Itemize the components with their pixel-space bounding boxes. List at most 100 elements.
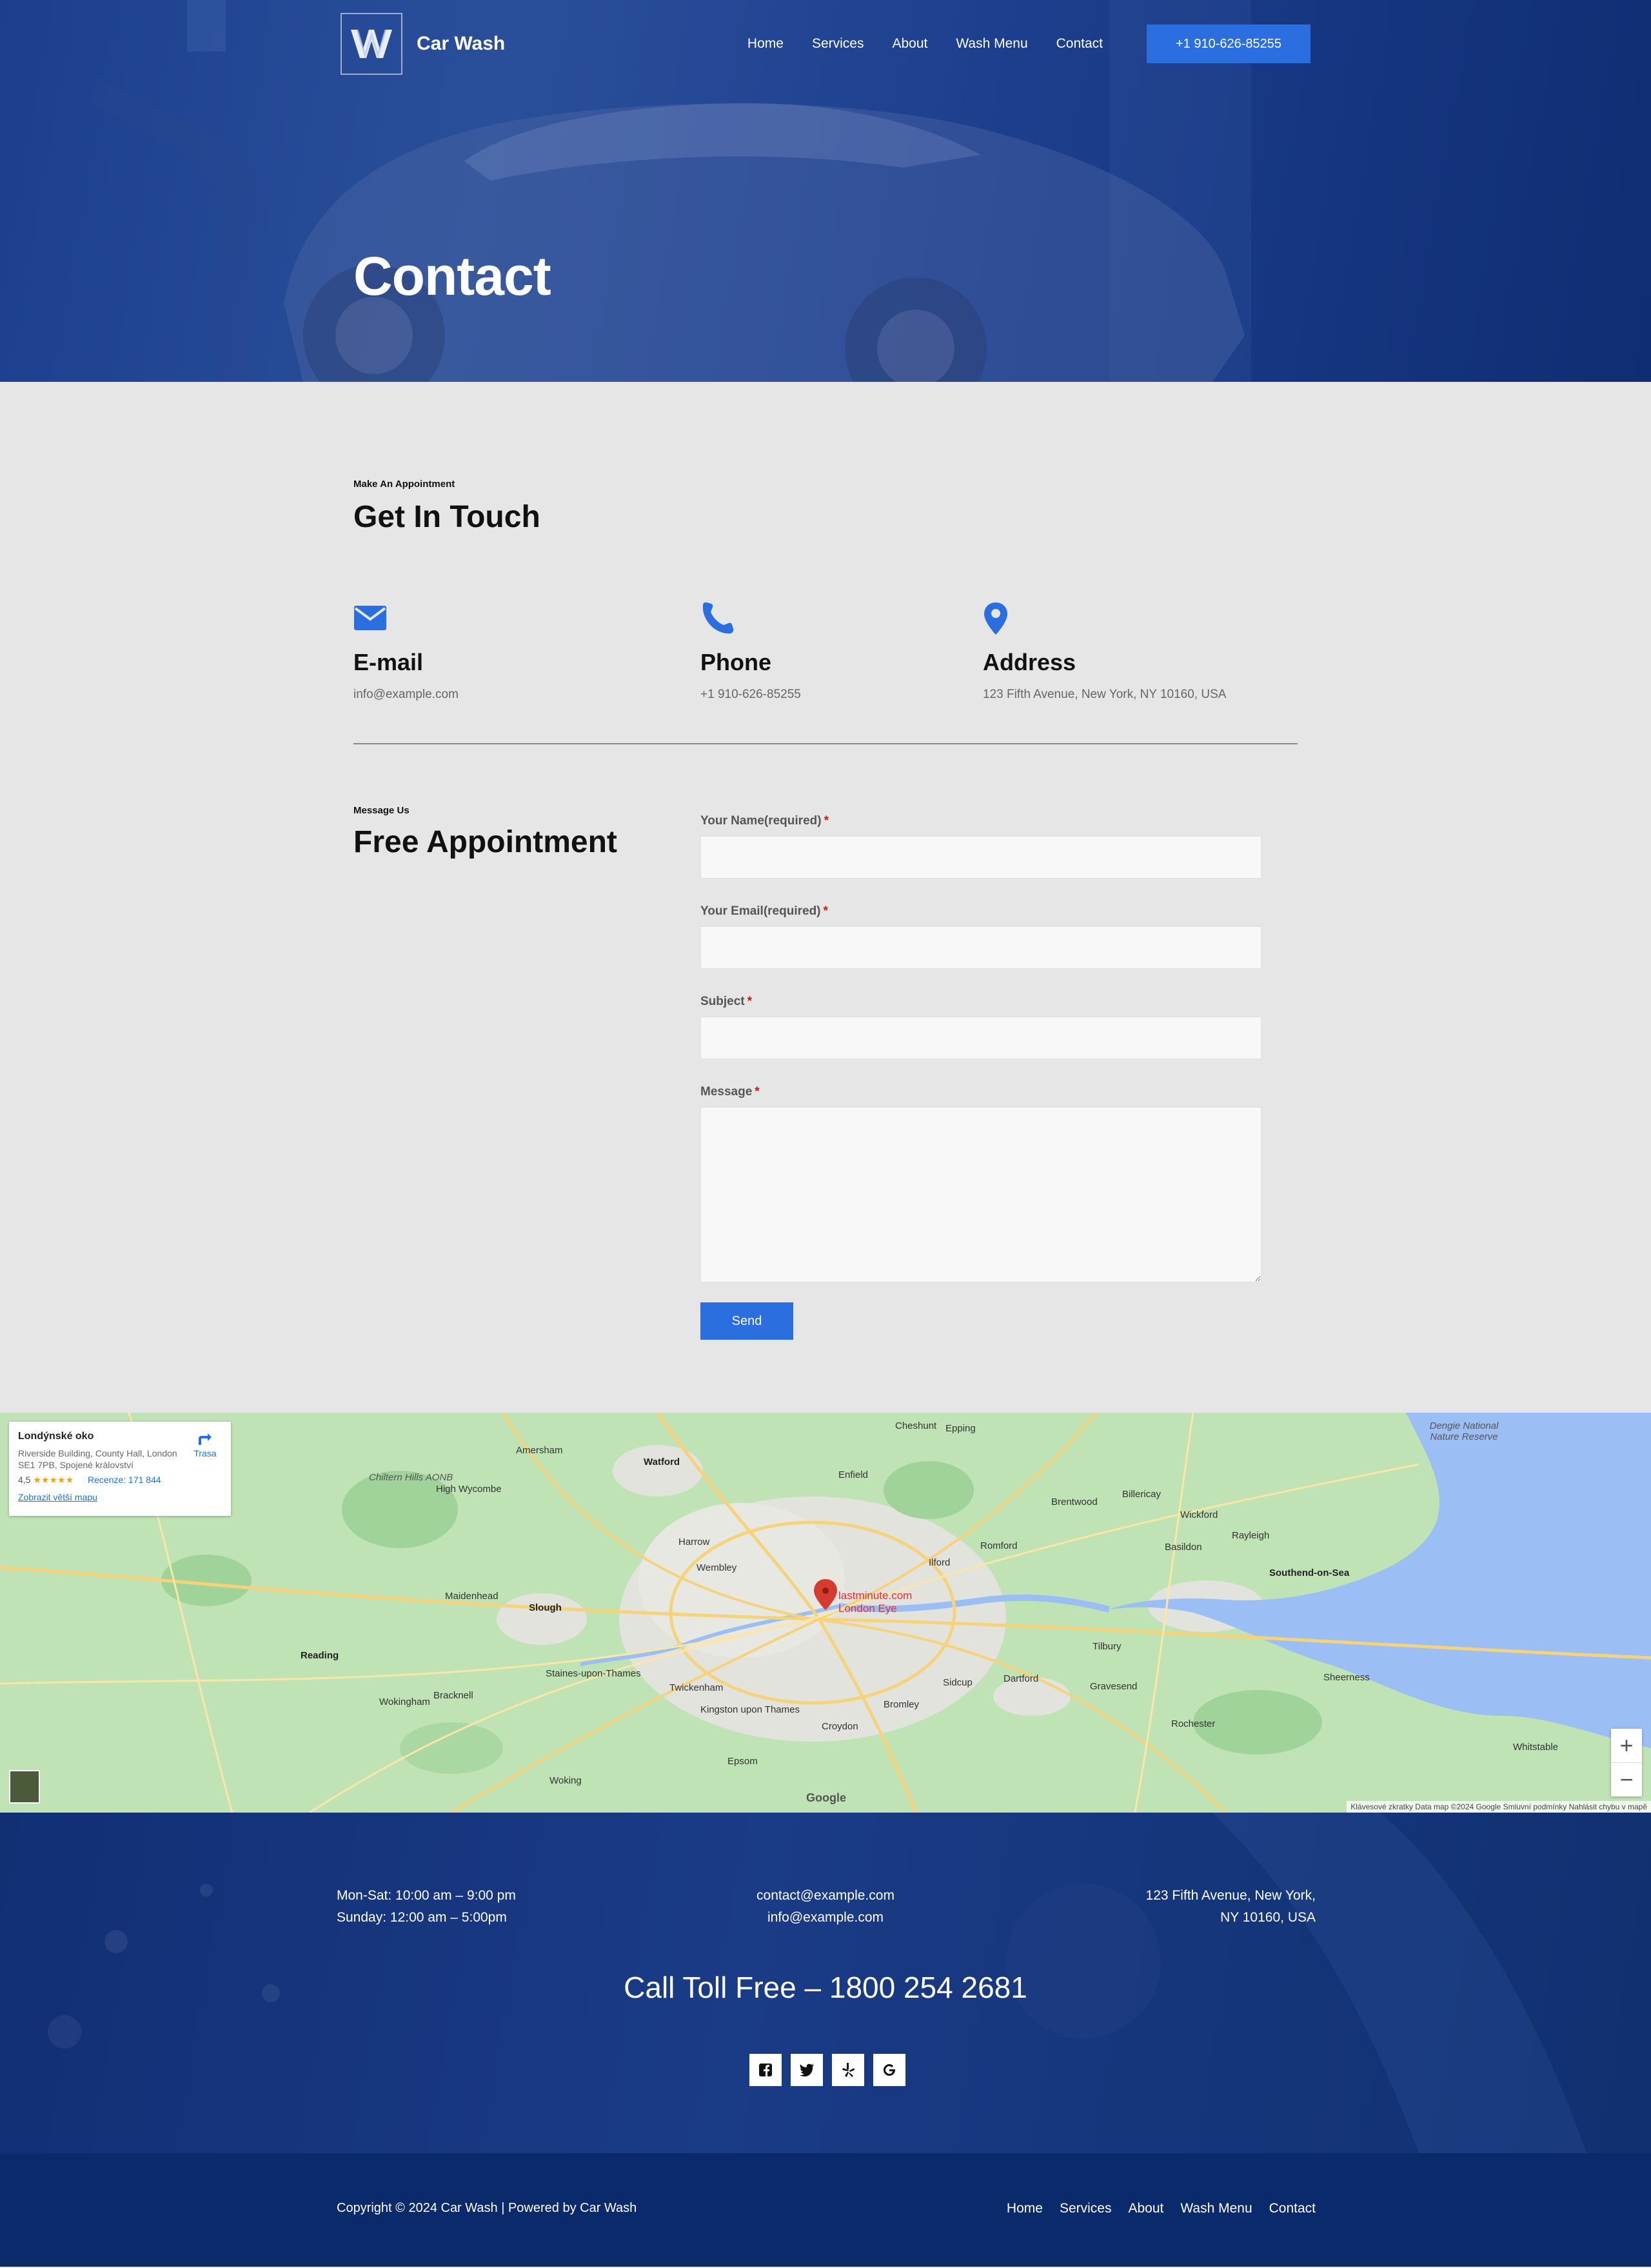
- map-label: Sidcup: [943, 1677, 973, 1688]
- satellite-toggle[interactable]: [9, 1770, 40, 1804]
- info-phone-label: Phone: [700, 649, 772, 675]
- info-email-value: info@example.com: [353, 688, 459, 701]
- map-label: Basildon: [1165, 1542, 1202, 1553]
- send-button[interactable]: Send: [700, 1302, 793, 1340]
- map-label: Watford: [644, 1457, 680, 1467]
- map-label: Ilford: [929, 1557, 951, 1568]
- map-label: Whitstable: [1513, 1742, 1559, 1753]
- zoom-out-button[interactable]: −: [1611, 1763, 1642, 1796]
- nav-wash-menu[interactable]: Wash Menu: [956, 36, 1027, 52]
- envelope-icon: [353, 601, 459, 640]
- logo-w-icon: [351, 29, 392, 59]
- nav-about[interactable]: About: [892, 36, 927, 52]
- subject-label: Subject *: [700, 995, 753, 1008]
- footer-nav-services[interactable]: Services: [1060, 2201, 1112, 2216]
- footer-nav-wash-menu[interactable]: Wash Menu: [1180, 2201, 1252, 2216]
- yelp-icon[interactable]: [832, 2054, 864, 2086]
- map-label: Cheshunt: [895, 1420, 937, 1431]
- map-label: Brentwood: [1051, 1497, 1098, 1507]
- map-tiles[interactable]: [0, 1413, 1651, 1813]
- directions-icon: [199, 1433, 212, 1445]
- appointment-title: Free Appointment: [353, 825, 617, 859]
- map-attribution[interactable]: Klávesové zkratky Data map ©2024 Google …: [1347, 1801, 1651, 1813]
- reviews-link[interactable]: Recenze: 171 844: [88, 1475, 161, 1485]
- info-email-label: E-mail: [353, 649, 424, 675]
- map-label: High Wycombe: [436, 1484, 502, 1495]
- footer-email-contact[interactable]: contact@example.com: [697, 1885, 954, 1907]
- map-label: Kingston upon Thames: [700, 1704, 800, 1715]
- nav-contact[interactable]: Contact: [1056, 36, 1103, 52]
- footer: Mon-Sat: 10:00 am – 9:00 pm Sunday: 12:0…: [0, 1813, 1651, 2153]
- map-label: Bromley: [884, 1699, 920, 1710]
- page-title: Contact: [353, 246, 551, 306]
- brand-name[interactable]: Car Wash: [417, 33, 505, 55]
- social-links: [749, 2054, 914, 2086]
- footer-email-info[interactable]: info@example.com: [697, 1907, 954, 1929]
- twitter-icon[interactable]: [791, 2054, 823, 2086]
- appointment-kicker: Message Us: [353, 805, 410, 816]
- map-label: Amersham: [516, 1445, 563, 1456]
- name-input[interactable]: [700, 836, 1261, 879]
- map-label: Rayleigh: [1232, 1530, 1270, 1541]
- map-label: Croydon: [822, 1721, 858, 1732]
- map-label: Reading: [301, 1650, 339, 1661]
- zoom-control: + −: [1611, 1729, 1642, 1796]
- hero-header: Car Wash Home Services About Wash Menu C…: [0, 0, 1651, 382]
- map-label: Tilbury: [1092, 1641, 1122, 1652]
- google-logo: Google: [806, 1791, 846, 1804]
- email-label: Your Email(required) *: [700, 904, 828, 918]
- footer-nav-contact[interactable]: Contact: [1269, 2201, 1316, 2216]
- nav-menu: Home Services About Wash Menu Contact +1…: [719, 25, 1310, 63]
- contact-section: Make An Appointment Get In Touch E-mail …: [0, 382, 1651, 1413]
- map-label: Twickenham: [669, 1682, 724, 1693]
- google-icon[interactable]: [873, 2054, 905, 2086]
- info-phone-value: +1 910-626-85255: [700, 688, 801, 701]
- toll-free-number: Call Toll Free – 1800 254 2681: [624, 1971, 1027, 2004]
- larger-map-link[interactable]: Zobrazit větší mapu: [18, 1492, 222, 1502]
- footer-nav-home[interactable]: Home: [1007, 2201, 1043, 2216]
- message-label: Message *: [700, 1085, 760, 1099]
- map-label: Wembley: [697, 1562, 737, 1573]
- map-label: Sheerness: [1323, 1672, 1370, 1683]
- place-address: Riverside Building, County Hall, London …: [18, 1448, 177, 1470]
- stars-icon: ★★★★★: [33, 1475, 74, 1485]
- nav-home[interactable]: Home: [747, 36, 784, 52]
- message-textarea[interactable]: [700, 1107, 1261, 1282]
- nav-services[interactable]: Services: [812, 36, 864, 52]
- name-label: Your Name(required) *: [700, 814, 829, 828]
- zoom-in-button[interactable]: +: [1611, 1729, 1642, 1762]
- info-phone: Phone +1 910-626-85255: [700, 601, 801, 702]
- pin-label[interactable]: lastminute.com London Eye: [838, 1589, 912, 1615]
- bottom-bar: Copyright © 2024 Car Wash | Powered by C…: [0, 2153, 1651, 2267]
- footer-emails: contact@example.com info@example.com: [697, 1885, 954, 1929]
- footer-nav: Home Services About Wash Menu Contact: [990, 2201, 1316, 2216]
- touch-kicker: Make An Appointment: [353, 479, 455, 490]
- map-label: Gravesend: [1090, 1681, 1138, 1692]
- subject-input[interactable]: [700, 1017, 1261, 1059]
- footer-address: 123 Fifth Avenue, New York, NY 10160, US…: [1145, 1888, 1316, 1925]
- map-pin-icon: [983, 601, 1226, 640]
- map-label: Epsom: [727, 1756, 758, 1767]
- phone-icon: [700, 601, 801, 640]
- info-address-label: Address: [983, 649, 1076, 675]
- map-label: Dengie National Nature Reserve: [1429, 1420, 1499, 1442]
- directions-button[interactable]: Trasa: [190, 1431, 221, 1458]
- facebook-icon[interactable]: [749, 2054, 782, 2086]
- main-nav: Car Wash Home Services About Wash Menu C…: [341, 13, 1310, 75]
- footer-hours: Mon-Sat: 10:00 am – 9:00 pm Sunday: 12:0…: [337, 1888, 516, 1925]
- map-label: Romford: [980, 1540, 1018, 1551]
- map-label: Slough: [529, 1602, 562, 1613]
- footer-nav-about[interactable]: About: [1128, 2201, 1163, 2216]
- logo[interactable]: [341, 13, 402, 75]
- map-label: Harrow: [678, 1537, 710, 1547]
- phone-cta-button[interactable]: +1 910-626-85255: [1147, 25, 1310, 63]
- map-label: Woking: [549, 1775, 582, 1786]
- map-label: Enfield: [838, 1469, 868, 1480]
- map-label: Epping: [945, 1423, 976, 1434]
- map-label: Chiltern Hills AONB: [369, 1472, 453, 1483]
- touch-title: Get In Touch: [353, 500, 540, 534]
- map-embed[interactable]: Watford Slough Reading Harrow Wembley Br…: [0, 1413, 1651, 1813]
- map-label: Maidenhead: [445, 1591, 499, 1602]
- place-card: Londýnské oko Riverside Building, County…: [9, 1422, 231, 1516]
- email-input[interactable]: [700, 926, 1261, 969]
